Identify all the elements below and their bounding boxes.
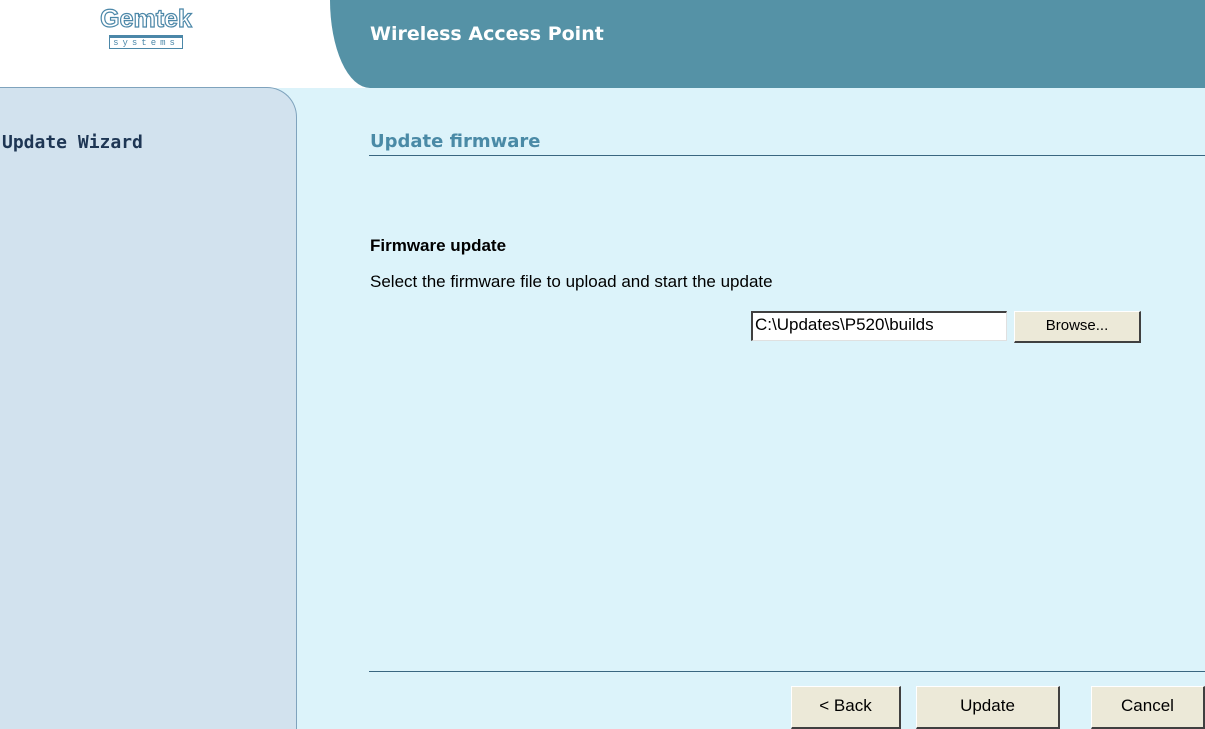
update-button[interactable]: Update [916,686,1060,729]
page: Gemtek systems Wireless Access Point Upd… [0,0,1205,729]
section-divider [369,155,1205,156]
logo-sub: systems [109,35,183,49]
header-title: Wireless Access Point [370,23,604,45]
firmware-update-heading: Firmware update [370,236,507,255]
sidebar-title: Update Wizard [2,132,143,153]
gemtek-logo: Gemtek systems [66,5,226,50]
section-title: Update firmware [370,131,541,152]
sidebar: Update Wizard [0,87,297,729]
firmware-update-description: Select the firmware file to upload and s… [370,272,773,291]
back-button[interactable]: < Back [791,686,901,729]
cancel-button[interactable]: Cancel [1091,686,1205,729]
browse-button[interactable]: Browse... [1014,311,1141,343]
firmware-file-input[interactable]: C:\Updates\P520\builds [751,311,1007,341]
logo-brand: Gemtek [100,5,193,33]
logo-area: Gemtek systems [0,0,330,88]
footer-divider [369,671,1205,672]
